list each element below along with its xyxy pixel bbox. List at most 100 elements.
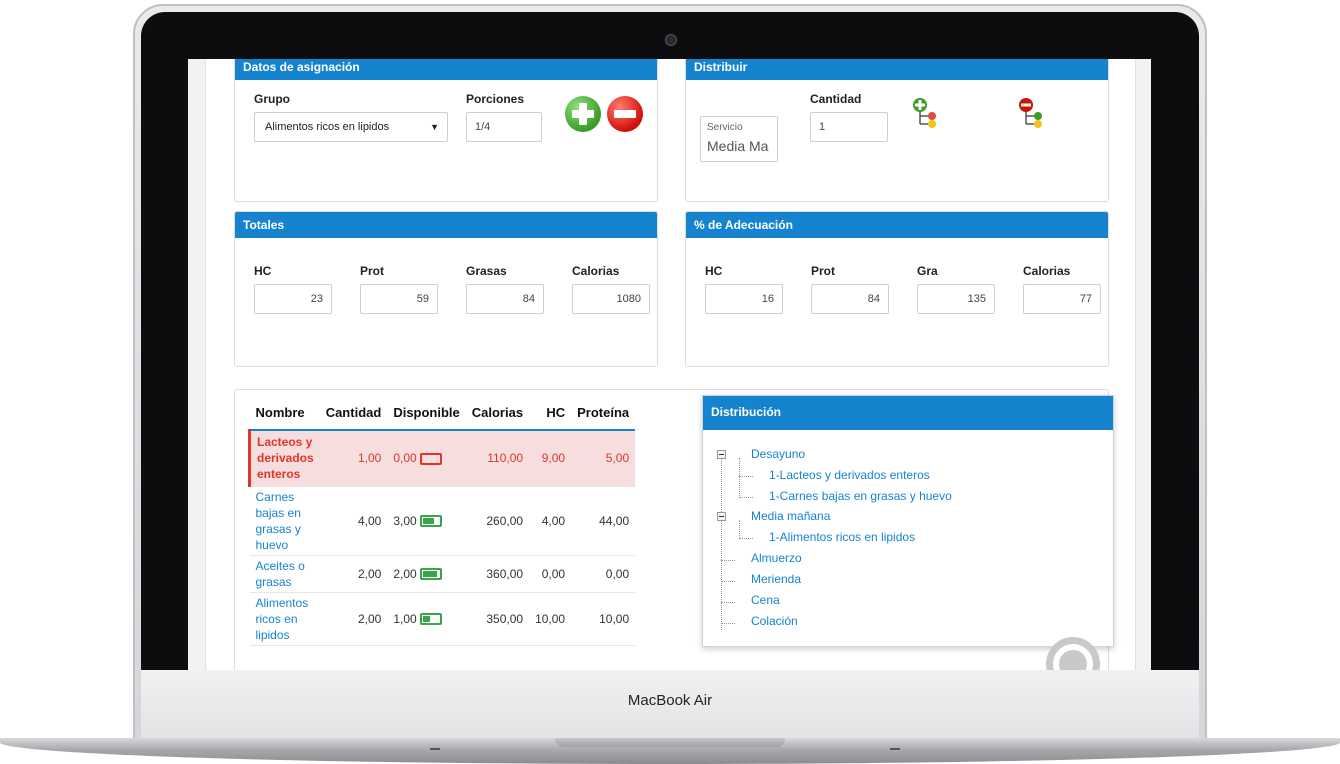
cantidad-input[interactable]: 1	[810, 112, 888, 142]
row-nombre[interactable]: Carnes bajas en grasas y huevo	[249, 486, 320, 556]
asignacion-header: Datos de asignación	[235, 59, 657, 80]
row-cantidad: 4,00	[319, 486, 388, 556]
distribucion-panel: Distribución Desayuno 1-Lacteos y deriva…	[702, 395, 1114, 647]
adecuacion-hc-input[interactable]: 16	[705, 284, 783, 314]
col-proteina[interactable]: Proteína	[571, 395, 636, 431]
row-proteina: 44,00	[571, 486, 636, 556]
add-node-icon[interactable]	[912, 96, 938, 130]
tree-line	[739, 538, 753, 539]
collapse-icon[interactable]	[717, 512, 726, 521]
row-calorias: 350,00	[465, 592, 530, 646]
row-disponible-value: 2,00	[393, 566, 417, 581]
distribucion-header: Distribución	[703, 396, 1113, 430]
row-proteina: 10,00	[571, 592, 636, 646]
screen: Datos de asignación Grupo Alimentos rico…	[188, 59, 1151, 670]
laptop-foot	[430, 748, 440, 750]
servicio-label: Servicio	[707, 122, 743, 133]
tree-line	[739, 458, 740, 498]
laptop-foot	[890, 748, 900, 750]
tree-node-media-item[interactable]: 1-Alimentos ricos en lipidos	[769, 530, 915, 544]
table-row[interactable]: Aceites o grasas 2,00 2,00 360,00 0,00 0…	[249, 555, 636, 593]
adecuacion-gra-label: Gra	[917, 264, 938, 278]
totales-calorias-input[interactable]: 1080	[572, 284, 650, 314]
col-calorias[interactable]: Calorias	[465, 395, 530, 431]
tree-node-merienda[interactable]: Merienda	[751, 572, 801, 586]
row-cantidad: 1,00	[319, 430, 388, 487]
totales-grasas-input[interactable]: 84	[466, 284, 544, 314]
table-row[interactable]: Lacteos y derivados enteros 1,00 0,00 11…	[247, 430, 636, 487]
row-proteina: 5,00	[571, 430, 636, 487]
row-calorias: 110,00	[465, 430, 530, 487]
tree-line	[721, 454, 722, 630]
servicio-value: Media Ma	[707, 138, 769, 154]
tree-line	[721, 560, 735, 561]
row-nombre[interactable]: Aceites o grasas	[249, 555, 320, 593]
totales-panel: Totales HC 23 Prot 59 Grasas 84 Calorias…	[234, 211, 658, 367]
tree-line	[739, 476, 753, 477]
adecuacion-panel: % de Adecuación HC 16 Prot 84 Gra 135 Ca…	[685, 211, 1109, 367]
tree-node-desayuno[interactable]: Desayuno	[751, 447, 805, 461]
col-cantidad[interactable]: Cantidad	[319, 395, 388, 431]
table-row[interactable]: Carnes bajas en grasas y huevo 4,00 3,00…	[249, 486, 636, 556]
row-nombre[interactable]: Alimentos ricos en lipidos	[249, 592, 320, 646]
tree-line	[721, 581, 735, 582]
tree-node-colacion[interactable]: Colación	[751, 614, 798, 628]
alimentos-table: Nombre Cantidad Disponible Calorias HC P…	[247, 395, 636, 646]
row-calorias: 360,00	[465, 555, 530, 593]
tree-node-desayuno-item[interactable]: 1-Carnes bajas en grasas y huevo	[769, 489, 952, 503]
row-disponible: 2,00	[387, 555, 466, 593]
col-hc[interactable]: HC	[529, 395, 572, 431]
grupo-label: Grupo	[254, 92, 290, 106]
totales-calorias-label: Calorias	[572, 264, 620, 278]
grupo-select-value: Alimentos ricos en lipidos	[265, 121, 390, 133]
tree-node-desayuno-item[interactable]: 1-Lacteos y derivados enteros	[769, 468, 930, 482]
tree-line	[739, 497, 753, 498]
servicio-field[interactable]: Servicio Media Ma	[700, 116, 778, 162]
cantidad-label: Cantidad	[810, 92, 862, 106]
distribuir-header: Distribuir	[686, 59, 1108, 80]
totales-hc-input[interactable]: 23	[254, 284, 332, 314]
battery-icon	[419, 515, 442, 528]
row-disponible: 0,00	[387, 430, 466, 487]
help-icon[interactable]	[1046, 637, 1100, 670]
table-header-row: Nombre Cantidad Disponible Calorias HC P…	[249, 395, 636, 431]
totales-grasas-label: Grasas	[466, 264, 507, 278]
row-hc: 0,00	[529, 555, 572, 593]
adecuacion-header: % de Adecuación	[686, 212, 1108, 238]
camera-icon	[665, 34, 677, 46]
add-button[interactable]	[565, 96, 601, 132]
totales-prot-label: Prot	[360, 264, 384, 278]
row-cantidad: 2,00	[319, 592, 388, 646]
tree-node-media-manana[interactable]: Media mañana	[751, 509, 830, 523]
remove-node-icon[interactable]	[1018, 96, 1044, 130]
adecuacion-gra-input[interactable]: 135	[917, 284, 995, 314]
adecuacion-prot-label: Prot	[811, 264, 835, 278]
col-nombre[interactable]: Nombre	[249, 395, 320, 431]
row-calorias: 260,00	[465, 486, 530, 556]
row-nombre[interactable]: Lacteos y derivados enteros	[247, 430, 320, 487]
grupo-select[interactable]: Alimentos ricos en lipidos ▼	[254, 112, 448, 142]
porciones-input[interactable]: 1/4	[466, 112, 542, 142]
tree-node-cena[interactable]: Cena	[751, 593, 780, 607]
asignacion-panel: Datos de asignación Grupo Alimentos rico…	[234, 59, 658, 202]
lifebuoy-icon	[1053, 644, 1093, 670]
row-disponible-value: 1,00	[393, 611, 417, 626]
tree-node-almuerzo[interactable]: Almuerzo	[751, 551, 802, 565]
table-row[interactable]: Alimentos ricos en lipidos 2,00 1,00 350…	[249, 592, 636, 646]
battery-icon	[419, 568, 442, 581]
adecuacion-calorias-label: Calorias	[1023, 264, 1071, 278]
battery-fill	[422, 518, 434, 525]
adecuacion-calorias-input[interactable]: 77	[1023, 284, 1101, 314]
remove-button[interactable]	[607, 96, 643, 132]
row-hc: 10,00	[529, 592, 572, 646]
row-disponible-value: 0,00	[393, 451, 417, 466]
collapse-icon[interactable]	[717, 450, 726, 459]
adecuacion-hc-label: HC	[705, 264, 723, 278]
chevron-down-icon: ▼	[430, 122, 439, 132]
battery-icon	[419, 613, 442, 626]
col-disponible[interactable]: Disponible	[387, 395, 466, 431]
totales-header: Totales	[235, 212, 657, 238]
adecuacion-prot-input[interactable]: 84	[811, 284, 889, 314]
totales-prot-input[interactable]: 59	[360, 284, 438, 314]
row-cantidad: 2,00	[319, 555, 388, 593]
